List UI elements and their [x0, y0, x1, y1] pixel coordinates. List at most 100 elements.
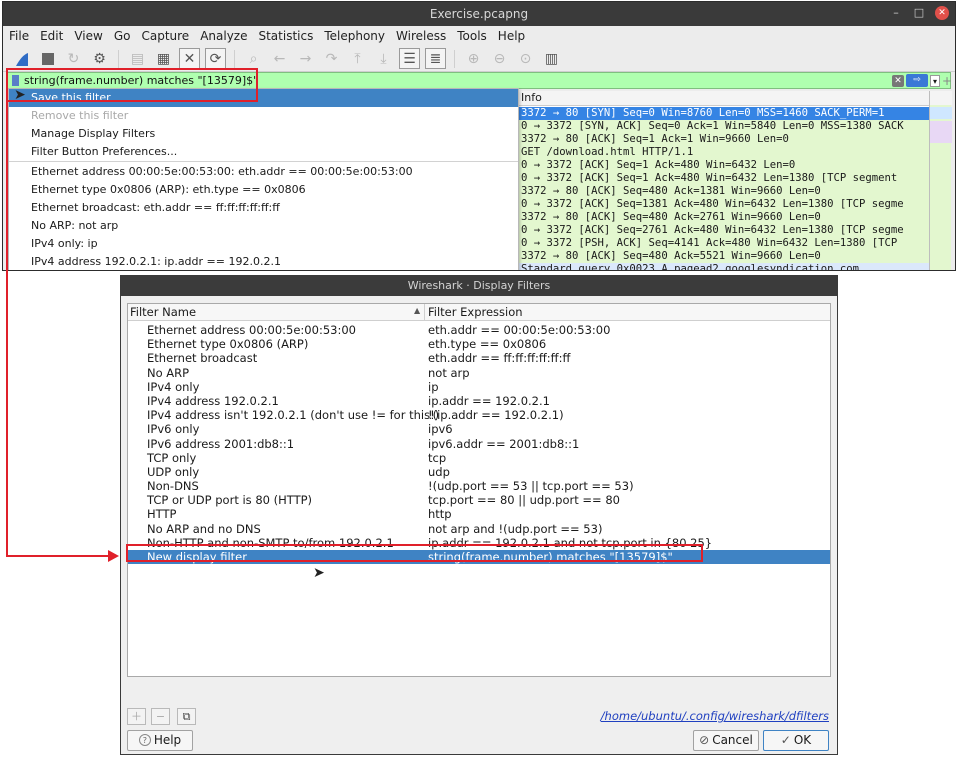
filters-table-header: Filter Name ▲ Filter Expression	[128, 304, 830, 321]
add-filter-button-icon[interactable]: +	[942, 74, 952, 88]
minimize-icon[interactable]: –	[889, 6, 903, 20]
table-row[interactable]: TCP or UDP port is 80 (HTTP) tcp.port == …	[128, 493, 830, 507]
go-to-packet-icon[interactable]: ↷	[321, 48, 342, 69]
packet-row[interactable]: Standard query 0x0023 A pagead2.googlesy…	[519, 263, 929, 270]
menu-item-saved-filter[interactable]: IPv4 only: ip	[9, 235, 518, 253]
table-row[interactable]: Non-DNS !(udp.port == 53 || tcp.port == 5…	[128, 479, 830, 493]
mouse-cursor-icon: ➤	[313, 565, 325, 581]
packet-row[interactable]: 0 → 3372 [SYN, ACK] Seq=0 Ack=1 Win=5840…	[519, 120, 929, 133]
column-header-filter-name[interactable]: Filter Name	[130, 305, 196, 319]
filter-bookmark-menu: Save this filter Remove this filter Mana…	[8, 88, 519, 270]
add-filter-button[interactable]: ＋	[127, 708, 146, 725]
menu-help[interactable]: Help	[498, 29, 525, 43]
menu-telephony[interactable]: Telephony	[324, 29, 385, 43]
close-icon[interactable]: ✕	[935, 6, 949, 20]
help-button[interactable]: ? Help	[127, 730, 193, 751]
config-path-link[interactable]: /home/ubuntu/.config/wireshark/dfilters	[601, 709, 829, 723]
clear-filter-icon[interactable]: ✕	[892, 75, 904, 87]
menu-wireless[interactable]: Wireless	[396, 29, 446, 43]
restart-capture-icon[interactable]: ↻	[63, 48, 84, 69]
autoscroll-icon[interactable]: ☰	[399, 48, 420, 69]
ok-button[interactable]: ✓ OK	[763, 730, 829, 751]
table-row[interactable]: No ARP not arp	[128, 366, 830, 380]
open-file-icon[interactable]: ▤	[127, 48, 148, 69]
menu-capture[interactable]: Capture	[141, 29, 189, 43]
menu-item-saved-filter[interactable]: No ARP: not arp	[9, 217, 518, 235]
packet-row[interactable]: 0 → 3372 [ACK] Seq=1 Ack=480 Win=6432 Le…	[519, 172, 929, 185]
column-header-filter-expression[interactable]: Filter Expression	[428, 305, 523, 319]
menu-item-saved-filter[interactable]: IPv4 address 192.0.2.1: ip.addr == 192.0…	[9, 253, 518, 270]
go-first-icon[interactable]: ⤒	[347, 48, 368, 69]
stop-capture-icon[interactable]	[37, 48, 58, 69]
packet-row[interactable]: 0 → 3372 [ACK] Seq=2761 Ack=480 Win=6432…	[519, 224, 929, 237]
menu-item-manage-display-filters[interactable]: Manage Display Filters	[9, 125, 518, 143]
table-row[interactable]: TCP only tcp	[128, 451, 830, 465]
table-row[interactable]: IPv4 address 192.0.2.1 ip.addr == 192.0.2…	[128, 394, 830, 408]
filter-name: Non-DNS	[147, 479, 199, 494]
save-file-icon[interactable]: ▦	[153, 48, 174, 69]
go-last-icon[interactable]: ⤓	[373, 48, 394, 69]
toolbar-separator	[234, 49, 235, 68]
filter-name: TCP only	[147, 450, 197, 465]
menu-item-filter-button-preferences[interactable]: Filter Button Preferences...	[9, 143, 518, 161]
table-row[interactable]: IPv6 only ipv6	[128, 422, 830, 436]
menu-item-saved-filter[interactable]: Ethernet type 0x0806 (ARP): eth.type == …	[9, 181, 518, 199]
packet-row[interactable]: 0 → 3372 [PSH, ACK] Seq=4141 Ack=480 Win…	[519, 237, 929, 250]
column-header-info[interactable]: Info	[519, 91, 929, 106]
menu-item-saved-filter[interactable]: Ethernet address 00:00:5e:00:53:00: eth.…	[9, 163, 518, 181]
ok-icon: ✓	[780, 733, 791, 747]
menu-file[interactable]: File	[9, 29, 29, 43]
table-row[interactable]: Ethernet address 00:00:5e:00:53:00 eth.ad…	[128, 323, 830, 337]
packet-row[interactable]: 3372 → 80 [ACK] Seq=480 Ack=2761 Win=966…	[519, 211, 929, 224]
go-back-icon[interactable]: ←	[269, 48, 290, 69]
resize-columns-icon[interactable]: ▥	[541, 48, 562, 69]
filter-history-dropdown-icon[interactable]: ▾	[930, 75, 940, 87]
packet-row[interactable]: GET /download.html HTTP/1.1	[519, 146, 929, 159]
capture-options-gear-icon[interactable]: ⚙	[89, 48, 110, 69]
find-packet-icon[interactable]: ⌕	[243, 48, 264, 69]
remove-filter-button[interactable]: −	[151, 708, 170, 725]
maximize-icon[interactable]: □	[912, 6, 926, 20]
toolbar-separator	[454, 49, 455, 68]
go-forward-icon[interactable]: →	[295, 48, 316, 69]
table-row[interactable]: Ethernet type 0x0806 (ARP) eth.type == 0x…	[128, 337, 830, 351]
menu-statistics[interactable]: Statistics	[258, 29, 313, 43]
column-divider[interactable]	[424, 304, 425, 321]
table-row[interactable]: UDP only udp	[128, 465, 830, 479]
packet-row[interactable]: 3372 → 80 [ACK] Seq=480 Ack=5521 Win=966…	[519, 250, 929, 263]
cancel-button[interactable]: ⊘ Cancel	[693, 730, 759, 751]
annotation-line	[6, 555, 110, 557]
zoom-out-icon[interactable]: ⊖	[489, 48, 510, 69]
colorize-icon[interactable]: ≣	[425, 48, 446, 69]
table-row[interactable]: Ethernet broadcast eth.addr == ff:ff:ff:f…	[128, 351, 830, 365]
table-row[interactable]: IPv6 address 2001:db8::1 ipv6.addr == 200…	[128, 437, 830, 451]
menu-analyze[interactable]: Analyze	[200, 29, 247, 43]
apply-filter-arrow-icon[interactable]: ⇨	[906, 74, 928, 87]
menu-item-saved-filter[interactable]: Ethernet broadcast: eth.addr == ff:ff:ff…	[9, 199, 518, 217]
display-filters-dialog: Wireshark · Display Filters Filter Name …	[120, 275, 838, 755]
table-row[interactable]: HTTP http	[128, 507, 830, 521]
menu-edit[interactable]: Edit	[40, 29, 63, 43]
packet-row[interactable]: 3372 → 80 [ACK] Seq=1 Ack=1 Win=9660 Len…	[519, 133, 929, 146]
packet-minimap[interactable]	[929, 91, 952, 270]
table-row[interactable]: IPv4 only ip	[128, 380, 830, 394]
table-row[interactable]: IPv4 address isn't 192.0.2.1 (don't use …	[128, 408, 830, 422]
filter-name: Ethernet address 00:00:5e:00:53:00	[147, 323, 356, 337]
table-row[interactable]: No ARP and no DNS not arp and !(udp.port …	[128, 522, 830, 536]
menu-tools[interactable]: Tools	[457, 29, 487, 43]
menu-item-remove-this-filter[interactable]: Remove this filter	[9, 107, 518, 125]
packet-row[interactable]: 0 → 3372 [ACK] Seq=1381 Ack=480 Win=6432…	[519, 198, 929, 211]
shark-fin-start-icon[interactable]	[11, 48, 32, 69]
packet-row[interactable]: 0 → 3372 [ACK] Seq=1 Ack=480 Win=6432 Le…	[519, 159, 929, 172]
close-file-icon[interactable]: ✕	[179, 48, 200, 69]
menu-view[interactable]: View	[74, 29, 102, 43]
menu-go[interactable]: Go	[114, 29, 131, 43]
filter-expression: ip	[428, 379, 439, 394]
packet-row[interactable]: 3372 → 80 [SYN] Seq=0 Win=8760 Len=0 MSS…	[519, 107, 929, 120]
zoom-in-icon[interactable]: ⊕	[463, 48, 484, 69]
packet-row[interactable]: 3372 → 80 [ACK] Seq=480 Ack=1381 Win=966…	[519, 185, 929, 198]
copy-filter-button[interactable]: ⧉	[177, 708, 196, 725]
normal-size-icon[interactable]: ⊙	[515, 48, 536, 69]
filter-expression: tcp.port == 80 || udp.port == 80	[428, 493, 620, 508]
reload-file-icon[interactable]: ⟳	[205, 48, 226, 69]
